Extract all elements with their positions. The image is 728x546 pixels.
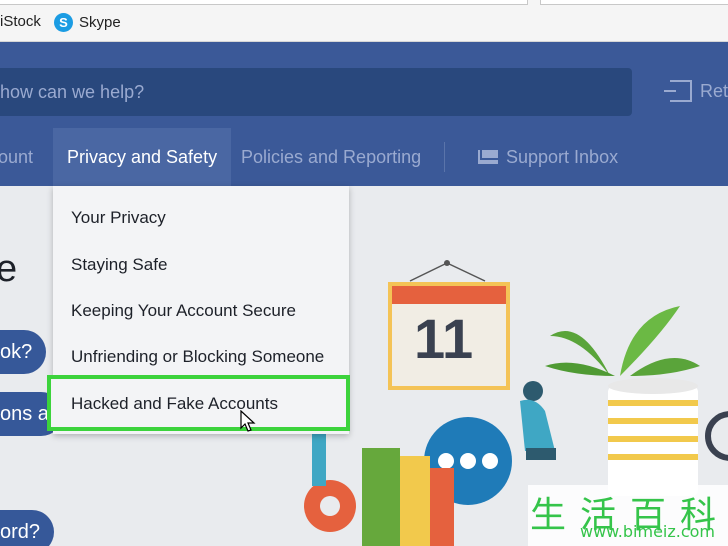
mouse-cursor-icon <box>240 410 256 432</box>
hero-title-fragment: e <box>0 248 18 290</box>
tab-label: Support Inbox <box>506 146 619 167</box>
menu-item-keeping-account-secure[interactable]: Keeping Your Account Secure <box>71 301 296 321</box>
plant-graphic <box>545 306 700 496</box>
bookmark-label: iStock <box>0 13 41 30</box>
calendar-graphic: 11 <box>388 282 510 390</box>
question-pill[interactable]: ord? <box>0 510 55 546</box>
menu-item-staying-safe[interactable]: Staying Safe <box>71 255 167 275</box>
return-button[interactable]: Ret <box>664 80 728 102</box>
watermark-url: www.bimeiz.com <box>580 522 716 541</box>
tab-label: Privacy and Safety <box>67 146 218 167</box>
person-graphic <box>520 381 556 460</box>
menu-item-unfriending-blocking[interactable]: Unfriending or Blocking Someone <box>71 347 324 367</box>
calendar-number: 11 <box>414 307 473 370</box>
question-pill[interactable]: ok? <box>0 330 47 374</box>
menu-item-your-privacy[interactable]: Your Privacy <box>71 208 166 228</box>
menu-item-hacked-fake-accounts[interactable]: Hacked and Fake Accounts <box>47 375 350 431</box>
nav-divider <box>444 142 445 172</box>
ring-graphic <box>705 411 728 461</box>
bookmarks-bar: iStock S Skype <box>0 0 728 42</box>
bookmark-skype[interactable]: S Skype <box>54 13 121 32</box>
bookmark-label: Skype <box>79 14 121 31</box>
tab-support-inbox[interactable]: Support Inbox <box>478 128 618 186</box>
mail-icon <box>478 150 498 164</box>
return-label: Ret <box>700 80 728 101</box>
help-nav: ount Privacy and Safety Policies and Rep… <box>0 128 728 186</box>
tab-label: ount <box>0 146 34 167</box>
help-center-header: Ret ount Privacy and Safety Policies and… <box>0 42 728 186</box>
search-box[interactable] <box>0 68 632 116</box>
tab-label: Policies and Reporting <box>241 146 422 167</box>
search-input[interactable] <box>0 68 632 116</box>
sign-in-icon <box>664 80 692 102</box>
bookmark-istock[interactable]: iStock <box>0 13 41 30</box>
skype-icon: S <box>54 13 73 32</box>
tab-privacy-and-safety[interactable]: Privacy and Safety <box>53 128 232 186</box>
tab-policies-and-reporting[interactable]: Policies and Reporting <box>241 128 421 186</box>
location-pin-graphic <box>304 480 356 532</box>
tab-account[interactable]: ount <box>0 128 33 186</box>
tab-strip-edge-right <box>540 0 728 5</box>
tab-strip-edge <box>0 0 528 5</box>
